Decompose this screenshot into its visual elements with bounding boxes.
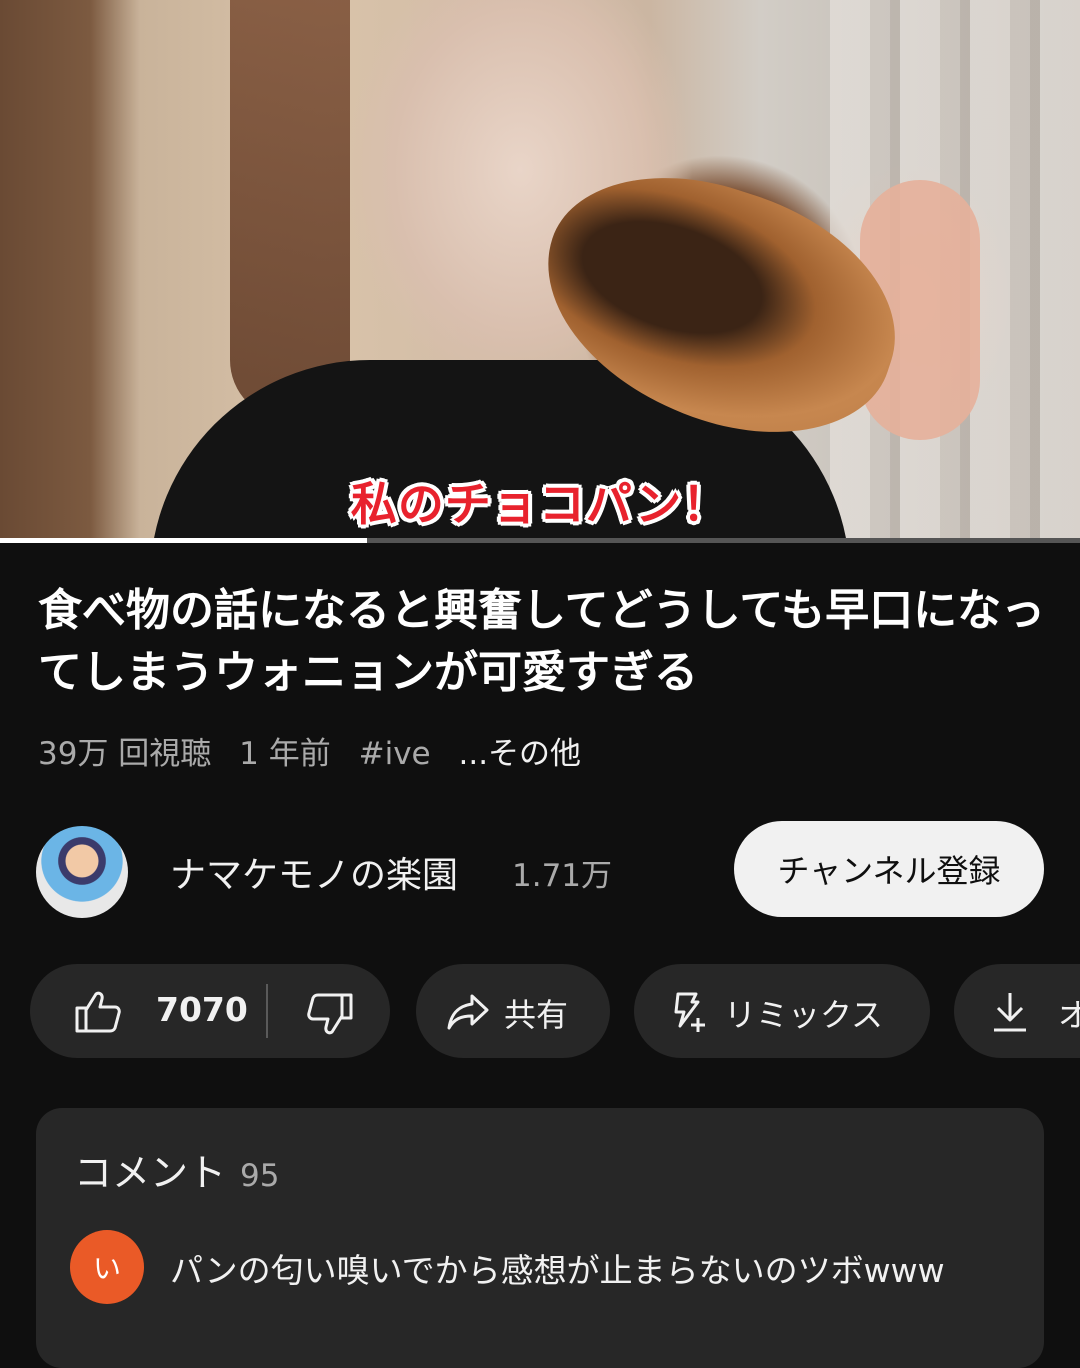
dislike-icon[interactable] xyxy=(306,992,354,1036)
remix-icon xyxy=(664,990,708,1034)
download-label: オ xyxy=(1058,996,1080,1034)
share-icon xyxy=(446,992,490,1032)
video-progress-bar[interactable] xyxy=(0,538,1080,543)
channel-name[interactable]: ナマケモノの楽園 xyxy=(170,846,458,898)
comments-count: 95 xyxy=(240,1158,280,1194)
remix-label: リミックス xyxy=(724,996,884,1034)
download-button[interactable]: オ xyxy=(954,964,1080,1058)
comments-header: コメント 95 xyxy=(74,1142,279,1197)
view-count: 39万 回視聴 xyxy=(38,736,212,772)
top-comment-text: パンの匂い嗅いでから感想が止まらないのツボwww xyxy=(170,1251,945,1290)
video-meta[interactable]: 39万 回視聴 1 年前 #ive ...その他 xyxy=(38,728,599,773)
upload-age: 1 年前 xyxy=(239,736,331,772)
like-icon[interactable] xyxy=(74,990,122,1034)
video-progress-fill xyxy=(0,538,368,543)
comment-avatar: い xyxy=(70,1230,144,1304)
video-title[interactable]: 食べ物の話になると興奮してどうしても早口になってしまうウォニョンが可愛すぎる xyxy=(38,580,1048,704)
share-button[interactable]: 共有 xyxy=(416,964,610,1058)
more-link[interactable]: ...その他 xyxy=(458,736,581,772)
subscriber-count: 1.71万 xyxy=(512,858,613,894)
action-bar: 7070 共有 リミックス オ xyxy=(30,964,1080,1060)
comments-panel[interactable]: コメント 95 い パンの匂い嗅いでから感想が止まらないのツボwww xyxy=(36,1108,1044,1368)
channel-avatar[interactable] xyxy=(36,826,128,918)
video-figure-hair xyxy=(230,0,350,420)
remix-button[interactable]: リミックス xyxy=(634,964,930,1058)
comments-title: コメント xyxy=(74,1151,227,1195)
like-dislike-pill: 7070 xyxy=(30,964,390,1058)
video-player[interactable]: 私のチョコパン！ xyxy=(0,0,1080,540)
subscribe-button[interactable]: チャンネル登録 xyxy=(734,821,1044,917)
like-count[interactable]: 7070 xyxy=(156,990,248,1029)
share-label: 共有 xyxy=(504,996,569,1034)
hashtag-link[interactable]: #ive xyxy=(359,736,431,772)
channel-row[interactable]: ナマケモノの楽園 1.71万 チャンネル登録 xyxy=(36,821,1046,918)
download-icon xyxy=(990,990,1030,1034)
video-caption: 私のチョコパン！ xyxy=(350,477,730,531)
like-divider xyxy=(266,984,268,1038)
